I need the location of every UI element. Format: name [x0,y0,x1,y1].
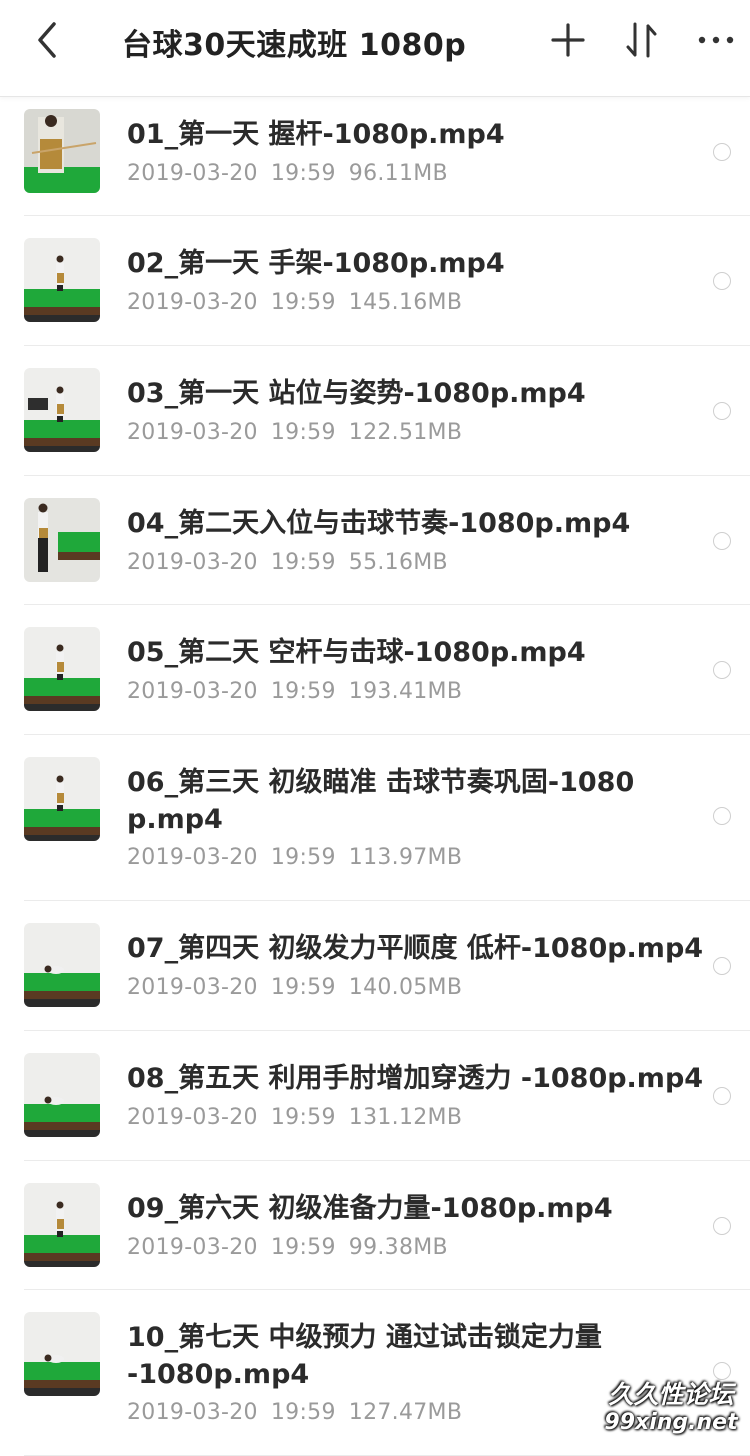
video-thumbnail [24,238,100,322]
watermark: 久久性论坛 99xing.net [596,1380,746,1436]
file-meta: 2019-03-20 19:59 55.16MB [127,550,448,575]
file-name: 02_第一天 手架-1080p.mp4 [127,248,505,279]
file-row[interactable]: 08_第五天 利用手肘增加穿透力 -1080p.mp4 2019-03-20 19:… [0,1031,750,1161]
select-radio[interactable] [713,143,731,161]
file-size: 193.41MB [348,679,463,704]
back-button[interactable] [30,18,66,62]
file-meta: 2019-03-20 19:59 113.97MB [127,845,462,870]
select-radio[interactable] [713,1087,731,1105]
select-radio[interactable] [713,1362,731,1380]
file-name-line: 10_第七天 中级预力 通过试击锁定力量 [127,1322,602,1353]
file-name: 03_第一天 站位与姿势-1080p.mp4 [127,378,586,409]
file-name: 08_第五天 利用手肘增加穿透力 -1080p.mp4 [127,1063,704,1094]
file-meta: 2019-03-20 19:59 193.41MB [127,679,462,704]
file-size: 99.38MB [348,1235,448,1260]
file-time: 19:59 [270,1400,336,1425]
file-size: 113.97MB [348,845,463,870]
video-thumbnail [24,627,100,711]
file-time: 19:59 [270,420,336,445]
file-meta: 2019-03-20 19:59 122.51MB [127,420,462,445]
sort-button[interactable] [622,18,662,62]
select-radio[interactable] [713,402,731,420]
select-radio[interactable] [713,1217,731,1235]
file-time: 19:59 [270,550,336,575]
file-row[interactable]: 09_第六天 初级准备力量-1080p.mp4 2019-03-20 19:59 99… [0,1161,750,1290]
file-time: 19:59 [270,679,336,704]
file-date: 2019-03-20 [127,1235,258,1260]
video-thumbnail [24,1312,100,1396]
file-list: 01_第一天 握杆-1080p.mp4 2019-03-20 19:59 96.11M… [0,96,750,1456]
file-row[interactable]: 07_第四天 初级发力平顺度 低杆-1080p.mp4 2019-03-20 19:… [0,901,750,1031]
file-date: 2019-03-20 [127,1105,258,1130]
file-row[interactable]: 05_第二天 空杆与击球-1080p.mp4 2019-03-20 19:59 193… [0,605,750,735]
watermark-line1: 久久性论坛 [608,1380,734,1409]
plus-icon [551,23,585,57]
file-name: 04_第二天入位与击球节奏-1080p.mp4 [127,508,631,539]
file-date: 2019-03-20 [127,161,258,186]
file-meta: 2019-03-20 19:59 96.11MB [127,161,448,186]
file-row[interactable]: 03_第一天 站位与姿势-1080p.mp4 2019-03-20 19:59 122… [0,346,750,476]
file-size: 131.12MB [348,1105,463,1130]
file-time: 19:59 [270,1235,336,1260]
file-size: 145.16MB [348,290,463,315]
file-row[interactable]: 06_第三天 初级瞄准 击球节奏巩固-1080 p.mp4 2019-03-20 19… [0,735,750,901]
more-icon [698,36,734,44]
file-meta: 2019-03-20 19:59 140.05MB [127,975,462,1000]
select-radio[interactable] [713,807,731,825]
file-row[interactable]: 02_第一天 手架-1080p.mp4 2019-03-20 19:59 145.16… [0,216,750,346]
sort-icon [626,22,657,58]
file-row[interactable]: 04_第二天入位与击球节奏-1080p.mp4 2019-03-20 19:59 55… [0,476,750,605]
watermark-line2: 99xing.net [604,1410,738,1435]
file-date: 2019-03-20 [127,420,258,445]
file-name: 05_第二天 空杆与击球-1080p.mp4 [127,637,586,668]
file-name-line: -1080p.mp4 [127,1359,310,1390]
chevron-left-icon [38,22,56,58]
file-size: 96.11MB [348,161,448,186]
video-thumbnail [24,368,100,452]
video-thumbnail [24,498,100,582]
file-meta: 2019-03-20 19:59 145.16MB [127,290,462,315]
file-name-line: 06_第三天 初级瞄准 击球节奏巩固-1080 [127,767,635,798]
file-date: 2019-03-20 [127,845,258,870]
file-time: 19:59 [270,975,336,1000]
file-time: 19:59 [270,845,336,870]
file-name: 06_第三天 初级瞄准 击球节奏巩固-1080 p.mp4 [127,764,680,838]
select-radio[interactable] [713,957,731,975]
file-size: 140.05MB [348,975,463,1000]
file-date: 2019-03-20 [127,975,258,1000]
file-meta: 2019-03-20 19:59 99.38MB [127,1235,448,1260]
file-name: 07_第四天 初级发力平顺度 低杆-1080p.mp4 [127,933,704,964]
more-button[interactable] [696,18,736,62]
file-size: 127.47MB [348,1400,463,1425]
file-size: 55.16MB [348,550,448,575]
file-time: 19:59 [270,161,336,186]
top-bar: 台球30天速成班 1080p [0,0,750,97]
file-date: 2019-03-20 [127,679,258,704]
select-radio[interactable] [713,272,731,290]
video-thumbnail [24,757,100,841]
file-name-line: p.mp4 [127,804,223,835]
video-thumbnail [24,1183,100,1267]
video-thumbnail [24,1053,100,1137]
select-radio[interactable] [713,661,731,679]
video-thumbnail [24,109,100,193]
file-size: 122.51MB [348,420,463,445]
file-meta: 2019-03-20 19:59 127.47MB [127,1400,462,1425]
file-row[interactable]: 01_第一天 握杆-1080p.mp4 2019-03-20 19:59 96.11M… [0,96,750,216]
file-date: 2019-03-20 [127,550,258,575]
file-name: 09_第六天 初级准备力量-1080p.mp4 [127,1193,613,1224]
select-radio[interactable] [713,532,731,550]
video-thumbnail [24,923,100,1007]
page-title: 台球30天速成班 1080p [122,28,467,63]
file-time: 19:59 [270,290,336,315]
file-meta: 2019-03-20 19:59 131.12MB [127,1105,462,1130]
file-date: 2019-03-20 [127,290,258,315]
file-name: 01_第一天 握杆-1080p.mp4 [127,119,505,150]
file-date: 2019-03-20 [127,1400,258,1425]
add-button[interactable] [548,18,588,62]
file-time: 19:59 [270,1105,336,1130]
